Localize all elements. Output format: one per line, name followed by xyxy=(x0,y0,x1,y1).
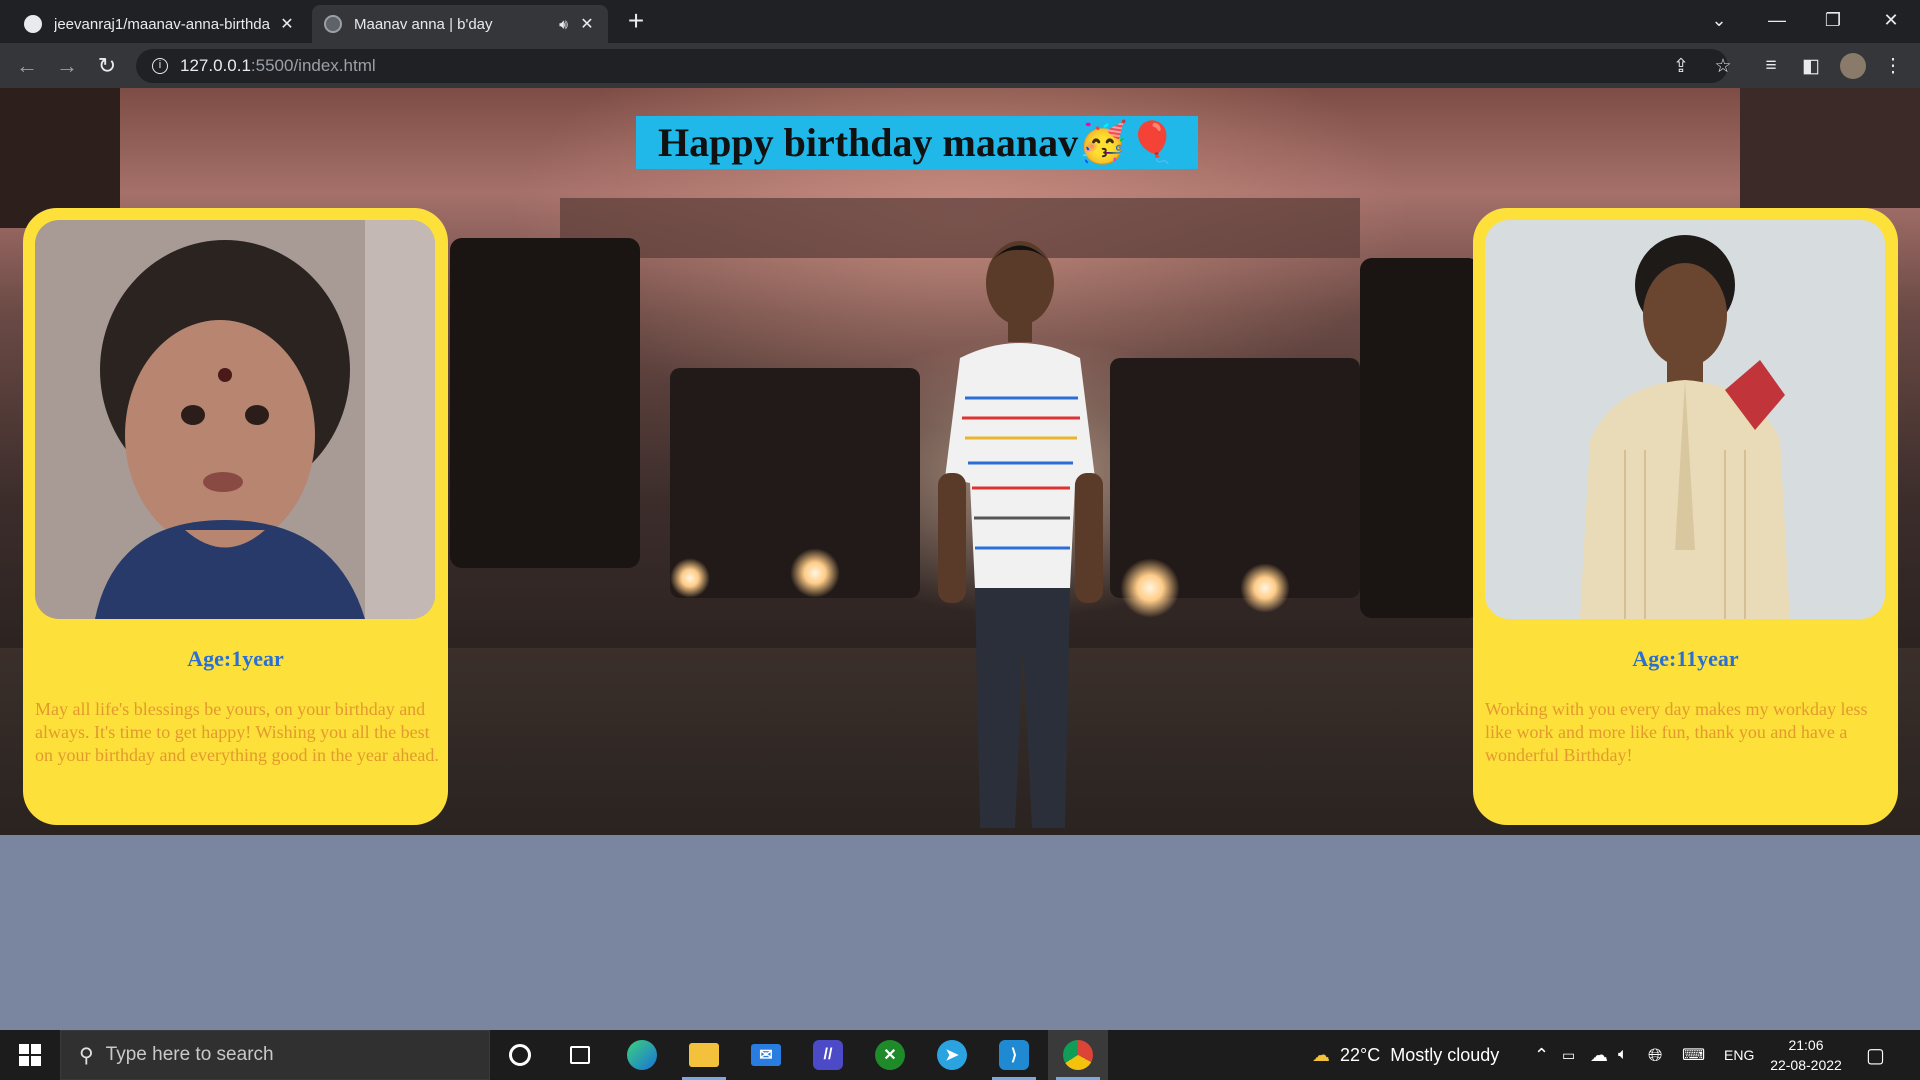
search-placeholder: Type here to search xyxy=(105,1044,274,1065)
weather-temp: 22°C xyxy=(1340,1044,1381,1065)
reload-button[interactable]: ↻ xyxy=(92,51,122,81)
speaker-icon[interactable]: 🔊︎ xyxy=(559,16,568,33)
telegram-app[interactable]: ➤ xyxy=(922,1030,982,1080)
browser-toolbar: ← → ↻ i 127.0.0.1:5500/index.html ⇪ ☆ ≡ … xyxy=(0,43,1920,88)
windows-taskbar: ⚲ Type here to search ✉ // ✕ ➤ ⟩ ☁ 22°C … xyxy=(0,1030,1920,1080)
app-icon: // xyxy=(813,1040,843,1070)
folder-icon xyxy=(689,1043,719,1067)
back-button[interactable]: ← xyxy=(12,51,42,81)
taskbar-search-box[interactable]: ⚲ Type here to search xyxy=(60,1030,490,1080)
factory-silhouette xyxy=(0,88,120,228)
vscode-app[interactable]: ⟩ xyxy=(984,1030,1044,1080)
battery-icon[interactable]: ▭ xyxy=(1562,1030,1575,1080)
tab-title: jeevanraj1/maanav-anna-birthda xyxy=(54,15,270,33)
close-window-button[interactable]: ✕ xyxy=(1866,0,1916,40)
cloud-sun-icon: ☁ xyxy=(1312,1044,1330,1065)
left-wish-text: May all life's blessings be yours, on yo… xyxy=(35,699,439,765)
right-age-label: Age:11year xyxy=(1632,646,1739,671)
left-card: Age:1year May all life's blessings be yo… xyxy=(23,208,448,825)
xbox-icon: ✕ xyxy=(875,1040,905,1070)
cortana-icon xyxy=(509,1044,531,1066)
boy-photo xyxy=(1485,220,1885,619)
clock-time: 21:06 xyxy=(1788,1037,1824,1053)
url-host: 127.0.0.1 xyxy=(180,56,251,75)
edge-app[interactable] xyxy=(612,1030,672,1080)
menu-icon[interactable]: ⋮ xyxy=(1880,53,1906,79)
language-indicator[interactable]: ENG xyxy=(1724,1030,1754,1080)
task-view-button[interactable] xyxy=(550,1030,610,1080)
tab-strip: jeevanraj1/maanav-anna-birthda ✕ Maanav … xyxy=(0,0,1920,43)
right-card: Age:11year Working with you every day ma… xyxy=(1473,208,1898,825)
edge-icon xyxy=(627,1040,657,1070)
left-age-label: Age:1year xyxy=(187,646,284,671)
birthday-heading: Happy birthday maanav🥳🎈 xyxy=(636,116,1198,169)
xbox-app[interactable]: ✕ xyxy=(860,1030,920,1080)
task-view-icon xyxy=(570,1046,590,1064)
info-icon[interactable]: i xyxy=(152,58,168,74)
jeep-silhouette xyxy=(1360,258,1480,618)
baby-photo xyxy=(35,220,435,619)
github-icon xyxy=(24,15,42,33)
person-photo xyxy=(920,228,1140,835)
tab-title: Maanav anna | b'day xyxy=(354,15,493,33)
weather-condition: Mostly cloudy xyxy=(1390,1044,1500,1065)
tab-search-icon[interactable]: ⌄ xyxy=(1694,0,1744,40)
headlight xyxy=(1240,563,1290,613)
file-explorer-app[interactable] xyxy=(674,1030,734,1080)
forward-button[interactable]: → xyxy=(52,51,82,81)
factory-silhouette xyxy=(1740,88,1920,208)
headlight xyxy=(790,548,840,598)
chrome-icon xyxy=(1063,1040,1093,1070)
new-tab-button[interactable]: + xyxy=(622,6,650,36)
tab-birthday[interactable]: Maanav anna | b'day 🔊︎ ✕ xyxy=(312,5,608,43)
telegram-icon: ➤ xyxy=(937,1040,967,1070)
restore-button[interactable]: ❐ xyxy=(1808,0,1858,40)
clock-date: 22-08-2022 xyxy=(1770,1057,1842,1073)
close-tab-icon[interactable]: ✕ xyxy=(578,14,596,34)
right-wish-text: Working with you every day makes my work… xyxy=(1485,699,1868,765)
start-button[interactable] xyxy=(0,1030,60,1080)
close-tab-icon[interactable]: ✕ xyxy=(278,14,296,34)
side-panel-icon[interactable]: ◧ xyxy=(1798,53,1824,79)
notifications-icon[interactable]: ▢ xyxy=(1866,1030,1885,1080)
volume-icon[interactable]: 🔈︎ xyxy=(1618,1030,1628,1080)
minimize-button[interactable]: — xyxy=(1752,0,1802,40)
clock[interactable]: 21:06 22-08-2022 xyxy=(1762,1035,1850,1075)
page-viewport: Happy birthday maanav🥳🎈 Age:1year May al… xyxy=(0,88,1920,835)
sticky-app[interactable]: // xyxy=(798,1030,858,1080)
profile-avatar[interactable] xyxy=(1840,53,1866,79)
show-hidden-icons[interactable]: ⌃ xyxy=(1534,1030,1549,1080)
hero-background: Happy birthday maanav🥳🎈 Age:1year May al… xyxy=(0,88,1920,835)
tab-github[interactable]: jeevanraj1/maanav-anna-birthda ✕ xyxy=(12,5,308,43)
media-control-icon[interactable]: ≡ xyxy=(1758,53,1784,79)
keyboard-icon[interactable]: ⌨ xyxy=(1682,1030,1705,1080)
weather-widget[interactable]: ☁ 22°C Mostly cloudy xyxy=(1312,1030,1499,1080)
mail-app[interactable]: ✉ xyxy=(736,1030,796,1080)
heading-text: Happy birthday maanav🥳🎈 xyxy=(658,120,1178,165)
vscode-icon: ⟩ xyxy=(999,1040,1029,1070)
globe-icon xyxy=(324,15,342,33)
share-icon[interactable]: ⇪ xyxy=(1668,53,1694,79)
search-icon: ⚲ xyxy=(79,1044,94,1067)
windows-icon xyxy=(19,1044,41,1066)
cortana-button[interactable] xyxy=(490,1030,550,1080)
mail-icon: ✉ xyxy=(751,1044,781,1066)
address-bar[interactable]: i 127.0.0.1:5500/index.html xyxy=(136,49,1728,83)
network-icon[interactable]: 🌐︎ xyxy=(1648,1030,1662,1080)
bookmark-star-icon[interactable]: ☆ xyxy=(1710,53,1736,79)
chrome-app[interactable] xyxy=(1048,1030,1108,1080)
headlight xyxy=(670,558,710,598)
jeep-silhouette xyxy=(450,238,640,568)
onedrive-icon[interactable]: ☁ xyxy=(1590,1030,1608,1080)
url-path: :5500/index.html xyxy=(250,56,376,75)
